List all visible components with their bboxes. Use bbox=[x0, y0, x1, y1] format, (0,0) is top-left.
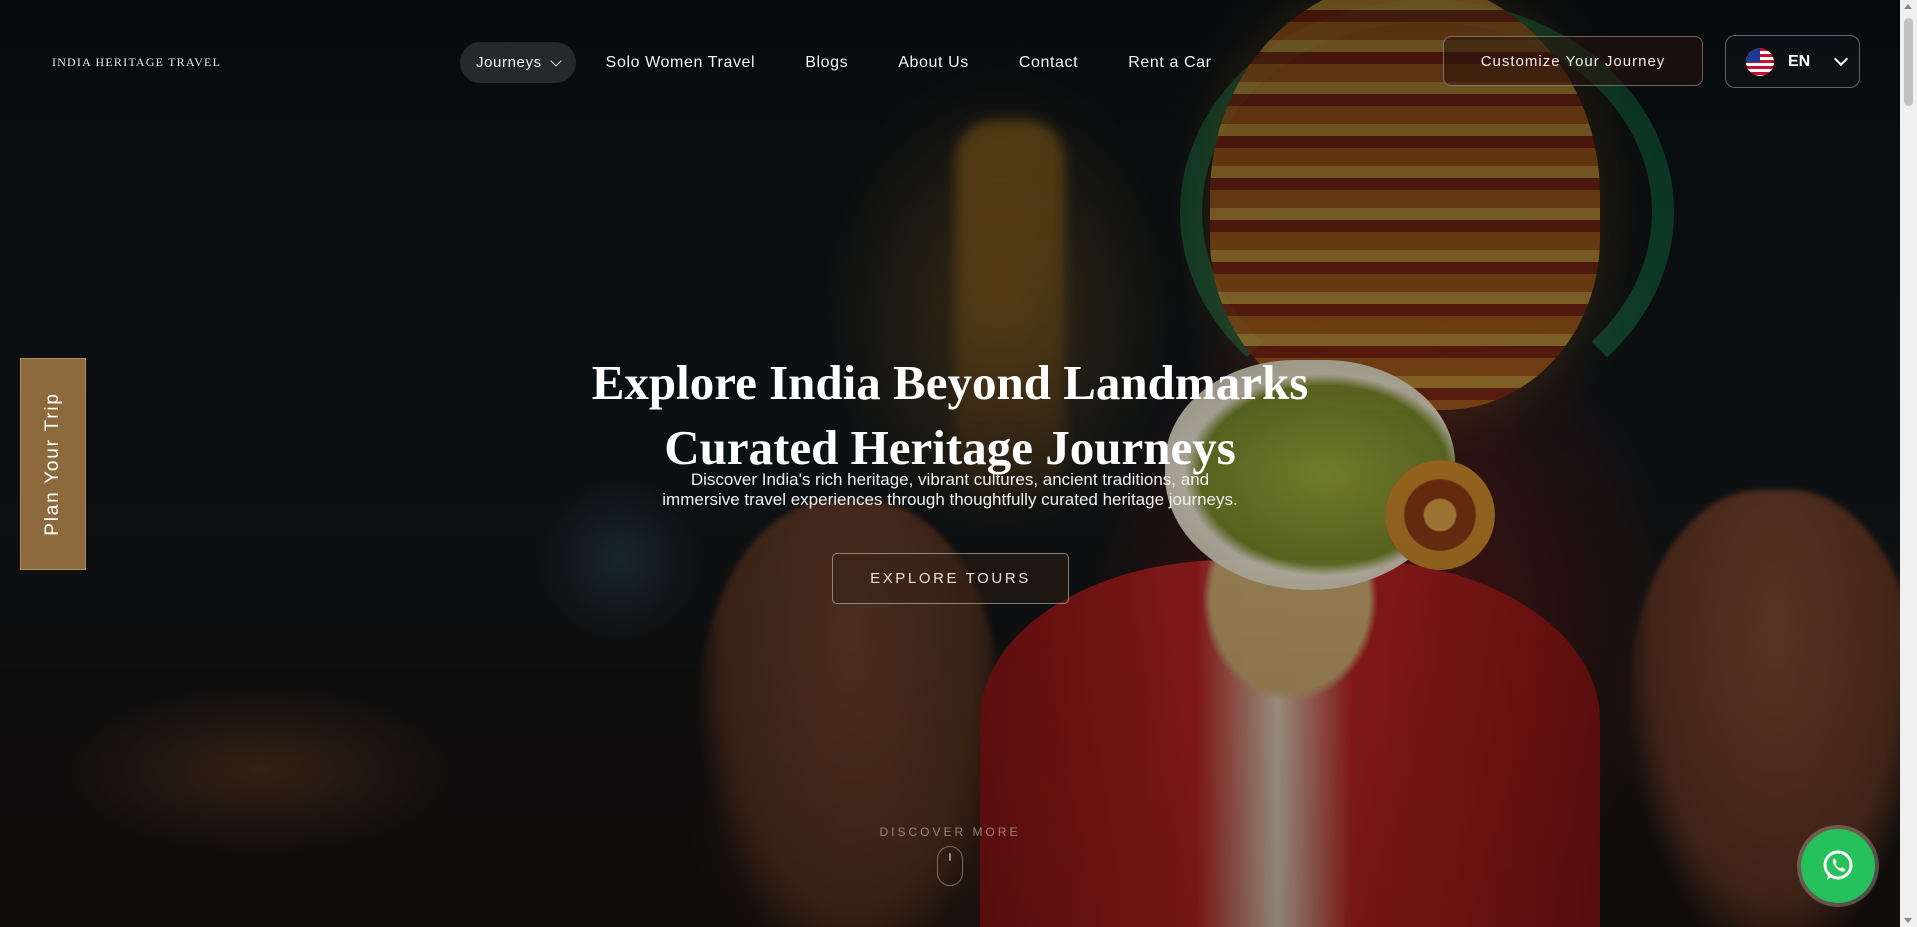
explore-tours-button[interactable]: EXPLORE TOURS bbox=[832, 553, 1069, 604]
scroll-thumb[interactable] bbox=[1904, 18, 1913, 106]
main-nav: Journeys Solo Women Travel Blogs About U… bbox=[460, 40, 1262, 85]
nav-solo-women-travel[interactable]: Solo Women Travel bbox=[606, 54, 756, 72]
scroll-down-arrow-icon[interactable] bbox=[1904, 918, 1912, 923]
nav-journeys-label: Journeys bbox=[476, 54, 542, 71]
nav-journeys-dropdown[interactable]: Journeys bbox=[460, 42, 576, 83]
brand-logo[interactable]: INDIA HERITAGE TRAVEL bbox=[52, 55, 221, 70]
site-header: INDIA HERITAGE TRAVEL Journeys Solo Wome… bbox=[0, 0, 1900, 120]
hero-subtitle: Discover India's rich heritage, vibrant … bbox=[662, 470, 1238, 509]
nav-contact[interactable]: Contact bbox=[1019, 54, 1078, 72]
mouse-scroll-icon[interactable] bbox=[937, 846, 963, 886]
discover-more-label[interactable]: DISCOVER MORE bbox=[850, 825, 1050, 839]
nav-blogs[interactable]: Blogs bbox=[805, 54, 848, 72]
hero-title-line1: Explore India Beyond Landmarks bbox=[591, 354, 1309, 410]
chevron-down-icon bbox=[1834, 51, 1849, 67]
chevron-down-icon bbox=[550, 54, 562, 67]
language-code: EN bbox=[1788, 52, 1811, 70]
nav-rent-a-car[interactable]: Rent a Car bbox=[1128, 54, 1211, 72]
nav-about-us[interactable]: About Us bbox=[898, 54, 969, 72]
us-flag-icon bbox=[1746, 47, 1774, 76]
language-selector[interactable]: EN bbox=[1725, 35, 1860, 88]
scroll-up-arrow-icon[interactable] bbox=[1904, 4, 1912, 9]
whatsapp-icon bbox=[1823, 850, 1853, 880]
customize-journey-button[interactable]: Customize Your Journey bbox=[1443, 36, 1703, 86]
page-scrollbar[interactable] bbox=[1900, 0, 1917, 927]
whatsapp-button[interactable] bbox=[1801, 829, 1875, 903]
